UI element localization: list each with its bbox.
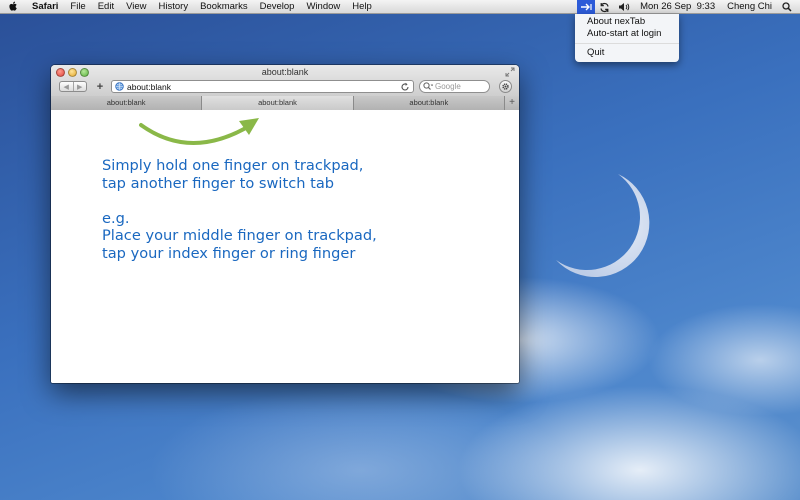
menu-item-auto-start[interactable]: Auto-start at login: [575, 28, 679, 40]
volume-icon[interactable]: [614, 2, 634, 12]
menu-history[interactable]: History: [153, 0, 195, 14]
menu-separator: [575, 43, 679, 44]
menu-edit[interactable]: Edit: [92, 0, 120, 14]
back-arrow-icon[interactable]: ◀: [60, 82, 74, 91]
menu-app-name[interactable]: Safari: [26, 0, 64, 14]
spotlight-icon[interactable]: [778, 2, 800, 12]
nextab-status-menu: About nexTab Auto-start at login Quit: [575, 14, 679, 62]
instruction-line: Simply hold one finger on trackpad,: [102, 157, 364, 174]
new-tab-button[interactable]: +: [504, 96, 519, 110]
add-bookmark-button[interactable]: +: [94, 80, 106, 93]
search-placeholder: Google: [435, 82, 461, 91]
nextab-status-icon[interactable]: [577, 0, 596, 14]
window-title: about:blank: [261, 67, 309, 77]
browser-window: about:blank ◀ ▶ + about:blank Google abo…: [51, 65, 519, 383]
address-text: about:blank: [127, 81, 171, 92]
apple-menu-icon[interactable]: [0, 1, 26, 12]
menu-user[interactable]: Cheng Chi: [721, 0, 778, 14]
tab-2-active[interactable]: about:blank: [202, 96, 354, 110]
menu-develop[interactable]: Develop: [254, 0, 301, 14]
menu-bookmarks[interactable]: Bookmarks: [194, 0, 254, 14]
search-field[interactable]: Google: [419, 80, 490, 93]
globe-icon: [115, 82, 124, 91]
instruction-line: e.g.: [102, 209, 130, 227]
fullscreen-icon[interactable]: [505, 67, 515, 77]
menu-window[interactable]: Window: [300, 0, 346, 14]
instruction-line: tap your index finger or ring finger: [102, 244, 356, 262]
tab-3[interactable]: about:blank: [353, 96, 505, 110]
instruction-line: Place your middle finger on trackpad,: [102, 227, 377, 245]
back-forward-buttons: ◀ ▶: [59, 81, 87, 92]
address-bar[interactable]: about:blank: [111, 80, 414, 93]
moon-image: [556, 174, 650, 278]
settings-gear-icon[interactable]: [499, 80, 512, 93]
instructions-text: Simply hold one finger on trackpad, tap …: [102, 157, 377, 263]
sync-icon[interactable]: [595, 2, 614, 13]
reload-icon[interactable]: [400, 82, 410, 92]
search-icon: [423, 82, 433, 90]
tab-bar: about:blank about:blank about:blank +: [51, 96, 519, 110]
curved-arrow-icon: [139, 118, 259, 145]
page-content: Simply hold one finger on trackpad, tap …: [51, 111, 519, 383]
menu-item-about-nextab[interactable]: About nexTab: [575, 16, 679, 28]
menu-item-quit[interactable]: Quit: [575, 47, 679, 59]
instruction-line: tap another finger to switch tab: [102, 174, 335, 192]
menu-bar: Safari File Edit View History Bookmarks …: [0, 0, 800, 14]
window-toolbar: about:blank ◀ ▶ + about:blank Google abo…: [51, 65, 519, 110]
menu-view[interactable]: View: [120, 0, 152, 14]
forward-arrow-icon[interactable]: ▶: [74, 82, 87, 91]
menu-file[interactable]: File: [64, 0, 91, 14]
tab-1[interactable]: about:blank: [51, 96, 203, 110]
menu-help[interactable]: Help: [346, 0, 378, 14]
menu-clock[interactable]: Mon 26 Sep 9:33: [634, 0, 721, 14]
